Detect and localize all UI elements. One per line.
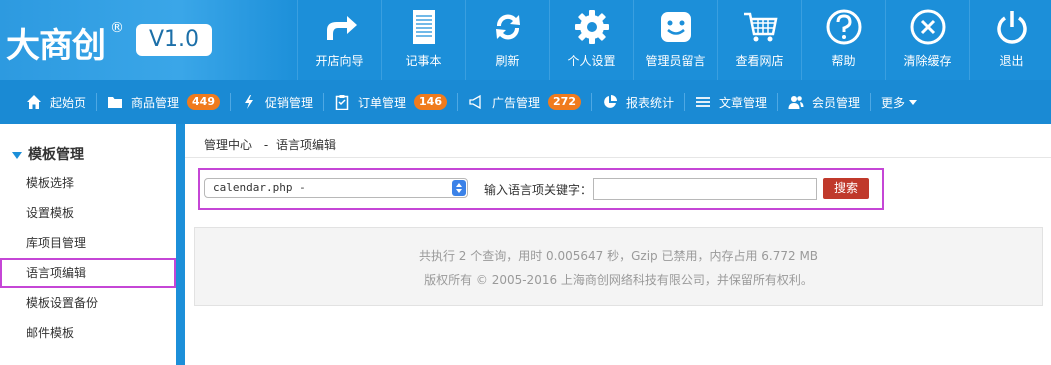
topnav-logout[interactable]: 退出 xyxy=(969,0,1051,80)
sidebar-list: 模板选择 设置模板 库项目管理 语言项编辑 模板设置备份 邮件模板 xyxy=(0,168,176,348)
breadcrumb-current: 语言项编辑 xyxy=(276,138,337,152)
nav-label: 报表统计 xyxy=(625,95,674,110)
nav-item-members[interactable]: 会员管理 xyxy=(788,80,868,124)
sidebar-item-mail-templates[interactable]: 邮件模板 xyxy=(0,318,176,348)
sidebar: 模板管理 模板选择 设置模板 库项目管理 语言项编辑 模板设置备份 邮件模板 xyxy=(0,124,176,365)
refresh-icon xyxy=(495,14,520,40)
breadcrumb-divider xyxy=(185,157,1051,158)
nav-divider xyxy=(590,93,592,111)
registered-mark: ® xyxy=(110,20,124,36)
sidebar-heading-label: 模板管理 xyxy=(28,147,84,163)
cart-icon xyxy=(743,12,778,42)
clipboard-icon xyxy=(335,95,349,110)
select-arrows-icon xyxy=(452,180,466,196)
footer: 共执行 2 个查询，用时 0.005647 秒，Gzip 已禁用，内存占用 6.… xyxy=(194,227,1043,306)
version-badge: V1.0 xyxy=(136,24,212,56)
sidebar-heading[interactable]: 模板管理 xyxy=(12,144,84,164)
nav-item-orders[interactable]: 订单管理 146 xyxy=(334,80,455,124)
power-icon xyxy=(996,11,1027,44)
topnav-refresh[interactable]: 刷新 xyxy=(465,0,549,80)
nav-label: 促销管理 xyxy=(265,95,314,110)
breadcrumb-separator: - xyxy=(263,138,269,152)
sidebar-divider-strip xyxy=(176,124,185,365)
topnav-notepad[interactable]: 记事本 xyxy=(381,0,465,80)
nav-item-more[interactable]: 更多 xyxy=(881,80,925,124)
folder-icon xyxy=(108,97,123,108)
nav-item-reports[interactable]: 报表统计 xyxy=(602,80,682,124)
smiley-message-icon xyxy=(660,12,691,42)
topnav-label: 清除缓存 xyxy=(903,54,952,68)
nav-label: 订单管理 xyxy=(358,95,407,110)
count-badge: 449 xyxy=(187,94,220,110)
lightning-icon xyxy=(245,95,253,109)
topnav-view-store[interactable]: 查看网店 xyxy=(717,0,801,80)
keyword-input[interactable] xyxy=(593,178,817,200)
topnav-label: 帮助 xyxy=(831,54,856,68)
home-icon xyxy=(27,95,41,109)
pie-chart-icon xyxy=(604,95,617,108)
breadcrumb: 管理中心 - 语言项编辑 xyxy=(204,136,336,153)
topnav-help[interactable]: 帮助 xyxy=(801,0,885,80)
topnav-admin-message[interactable]: 管理员留言 xyxy=(633,0,717,80)
main-nav: 起始页 商品管理 449 促销管理 订单管理 146 广告管理 272 报表统计… xyxy=(0,80,1051,124)
topnav-label: 管理员留言 xyxy=(645,54,706,68)
nav-label: 商品管理 xyxy=(131,95,180,110)
clear-icon xyxy=(910,9,945,45)
logo-area: 大商创 ® V1.0 xyxy=(0,0,300,80)
select-value: calendar.php - xyxy=(213,181,306,194)
sidebar-item-template-backup[interactable]: 模板设置备份 xyxy=(0,288,176,318)
nav-label: 广告管理 xyxy=(492,95,541,110)
footer-copyright: 版权所有 © 2005-2016 上海商创网络科技有限公司，并保留所有权利。 xyxy=(424,273,813,287)
nav-item-promotion[interactable]: 促销管理 xyxy=(241,80,321,124)
sidebar-item-template-settings[interactable]: 设置模板 xyxy=(0,198,176,228)
nav-divider xyxy=(230,93,231,111)
notepad-icon xyxy=(412,10,435,44)
top-bar: 大商创 ® V1.0 开店向导 记事本 刷新 个人设置 管理员留言 查看网店 帮… xyxy=(0,0,1051,80)
count-badge: 146 xyxy=(414,94,447,110)
search-button[interactable]: 搜索 xyxy=(823,178,869,199)
breadcrumb-root[interactable]: 管理中心 xyxy=(204,138,252,152)
nav-item-ads[interactable]: 广告管理 272 xyxy=(468,80,589,124)
topnav-label: 开店向导 xyxy=(315,54,364,68)
nav-item-articles[interactable]: 文章管理 xyxy=(695,80,775,124)
topnav-open-store-guide[interactable]: 开店向导 xyxy=(297,0,381,80)
nav-divider xyxy=(96,93,98,111)
sidebar-item-library-items[interactable]: 库项目管理 xyxy=(0,228,176,258)
logo: 大商创 xyxy=(6,26,106,66)
top-nav: 开店向导 记事本 刷新 个人设置 管理员留言 查看网店 帮助 清除缓存 退出 xyxy=(297,0,1051,80)
sidebar-item-language-edit[interactable]: 语言项编辑 xyxy=(0,258,176,288)
nav-divider xyxy=(457,93,458,111)
caret-down-icon xyxy=(12,151,22,159)
topnav-personal-settings[interactable]: 个人设置 xyxy=(549,0,633,80)
topnav-label: 退出 xyxy=(999,54,1024,68)
sidebar-item-template-select[interactable]: 模板选择 xyxy=(0,168,176,198)
nav-item-goods[interactable]: 商品管理 449 xyxy=(107,80,228,124)
topnav-label: 查看网店 xyxy=(735,54,784,68)
help-icon xyxy=(826,9,861,45)
topnav-label: 记事本 xyxy=(405,54,442,68)
nav-item-home[interactable]: 起始页 xyxy=(26,80,94,124)
nav-divider xyxy=(684,93,685,111)
list-icon xyxy=(696,97,710,107)
nav-label: 会员管理 xyxy=(812,95,861,110)
nav-divider xyxy=(323,93,325,111)
users-icon xyxy=(788,96,804,109)
caret-down-icon xyxy=(909,100,918,105)
language-file-select[interactable]: calendar.php - xyxy=(204,178,468,198)
nav-label: 起始页 xyxy=(50,95,87,110)
nav-divider xyxy=(870,93,872,111)
footer-stats: 共执行 2 个查询，用时 0.005647 秒，Gzip 已禁用，内存占用 6.… xyxy=(418,249,819,263)
share-arrow-icon xyxy=(326,16,357,40)
gear-icon xyxy=(574,10,609,44)
megaphone-icon xyxy=(469,94,481,110)
count-badge: 272 xyxy=(548,94,581,110)
topnav-label: 刷新 xyxy=(495,54,520,68)
topnav-clear-cache[interactable]: 清除缓存 xyxy=(885,0,969,80)
keyword-label: 输入语言项关键字： xyxy=(484,183,593,197)
topnav-label: 个人设置 xyxy=(567,54,616,68)
nav-label: 文章管理 xyxy=(719,95,768,110)
nav-label: 更多 xyxy=(881,95,906,110)
nav-divider xyxy=(777,93,779,111)
